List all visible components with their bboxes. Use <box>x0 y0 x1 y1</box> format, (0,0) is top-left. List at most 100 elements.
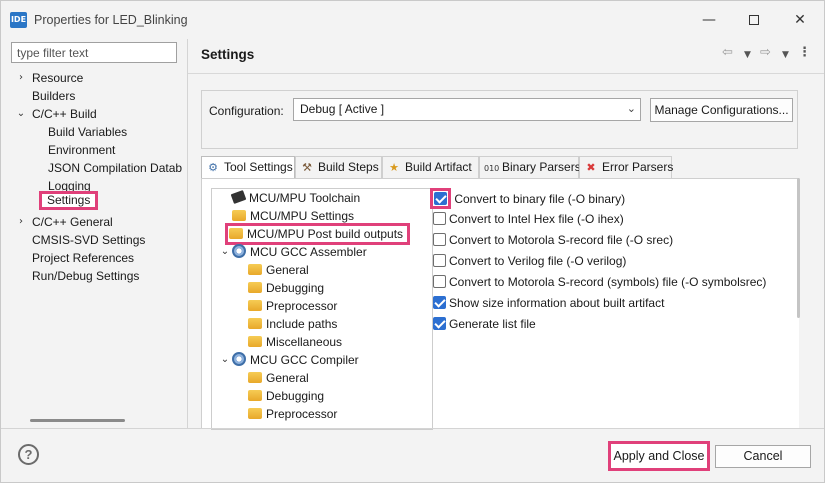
tree-item-label: MCU GCC Compiler <box>250 353 359 367</box>
option-convert-verilog[interactable]: Convert to Verilog file (-O verilog) <box>433 251 626 271</box>
chevron-right-icon[interactable]: › <box>15 213 27 231</box>
tab-build-artifact[interactable]: ★ Build Artifact <box>382 156 479 178</box>
highlight-box <box>430 188 451 209</box>
option-show-size[interactable]: Show size information about built artifa… <box>433 293 664 313</box>
tree-item-label: MCU/MPU Toolchain <box>249 191 361 205</box>
tree-item-label: Debugging <box>266 281 325 295</box>
option-generate-list[interactable]: Generate list file <box>433 314 536 334</box>
chevron-down-icon[interactable]: ⌄ <box>15 105 27 123</box>
forward-arrow-icon[interactable]: ⇨ <box>760 45 771 61</box>
chevron-down-icon[interactable]: ⌄ <box>219 243 231 261</box>
forward-dropdown-icon[interactable]: ▼ <box>782 50 789 66</box>
maximize-icon <box>749 15 759 25</box>
nav-item-json-compilation[interactable]: JSON Compilation Datab <box>48 159 182 177</box>
checkbox-show-size[interactable] <box>433 296 446 309</box>
tree-item-label: Debugging <box>266 389 325 403</box>
option-convert-srec[interactable]: Convert to Motorola S-record file (-O sr… <box>433 230 673 250</box>
checkbox-convert-symbolsrec[interactable] <box>433 275 446 288</box>
tree-item-gcc-assembler[interactable]: ⌄ MCU GCC Assembler <box>221 243 367 261</box>
nav-item-cpp-general[interactable]: C/C++ General <box>32 213 113 231</box>
horizontal-scrollbar[interactable] <box>30 419 125 422</box>
help-icon[interactable]: ? <box>18 444 39 465</box>
tree-item-label: Include paths <box>266 317 338 331</box>
tree-item-label: Preprocessor <box>266 407 338 421</box>
checkbox-convert-binary[interactable] <box>434 192 447 205</box>
back-arrow-icon[interactable]: ⇦ <box>722 45 733 61</box>
configuration-select[interactable]: Debug [ Active ] ⌄ <box>293 98 641 121</box>
back-dropdown-icon[interactable]: ▼ <box>744 50 751 66</box>
tree-item-cc-preprocessor[interactable]: Preprocessor <box>248 405 337 423</box>
tab-label: Binary Parsers <box>502 160 581 174</box>
nav-item-build-variables[interactable]: Build Variables <box>48 123 127 141</box>
option-convert-ihex[interactable]: Convert to Intel Hex file (-O ihex) <box>433 209 624 229</box>
window-title: Properties for LED_Blinking <box>34 13 188 27</box>
tool-settings-tree: MCU/MPU Toolchain MCU/MPU Settings MCU/M… <box>211 188 433 430</box>
tree-item-label: MCU/MPU Settings <box>250 209 355 223</box>
tree-item-asm-preprocessor[interactable]: Preprocessor <box>248 297 337 315</box>
title-bar: IDE Properties for LED_Blinking — ✕ <box>1 1 824 39</box>
tree-item-cc-general[interactable]: General <box>248 369 309 387</box>
tab-label: Error Parsers <box>602 160 674 174</box>
nav-item-cpp-build[interactable]: C/C++ Build <box>32 105 97 123</box>
page-title: Settings <box>201 47 255 62</box>
properties-dialog: IDE Properties for LED_Blinking — ✕ › Re… <box>0 0 825 483</box>
error-icon: ✖ <box>586 161 596 174</box>
chevron-down-icon[interactable]: ⌄ <box>219 351 231 369</box>
vertical-scrollbar[interactable] <box>797 178 800 318</box>
tab-label: Build Steps <box>318 160 379 174</box>
footer-separator <box>1 428 824 429</box>
tab-label: Tool Settings <box>224 160 293 174</box>
checkbox-convert-verilog[interactable] <box>433 254 446 267</box>
checkbox-convert-srec[interactable] <box>433 233 446 246</box>
tab-error-parsers[interactable]: ✖ Error Parsers <box>579 156 674 178</box>
nav-item-environment[interactable]: Environment <box>48 141 115 159</box>
apply-and-close-button[interactable]: Apply and Close <box>608 441 710 471</box>
nav-item-resource[interactable]: Resource <box>32 69 83 87</box>
maximize-button[interactable] <box>734 5 774 35</box>
tree-item-label: MCU/MPU Post build outputs <box>247 227 404 241</box>
minimize-button[interactable]: — <box>689 5 729 35</box>
nav-item-builders[interactable]: Builders <box>32 87 75 105</box>
close-button[interactable]: ✕ <box>780 5 820 35</box>
nav-item-run-debug[interactable]: Run/Debug Settings <box>32 267 139 285</box>
nav-item-project-references[interactable]: Project References <box>32 249 134 267</box>
configuration-group: Configuration: Debug [ Active ] ⌄ Manage… <box>201 90 798 149</box>
tree-item-label: Preprocessor <box>266 299 338 313</box>
tree-item-cc-debugging[interactable]: Debugging <box>248 387 324 405</box>
folder-icon <box>248 372 262 383</box>
more-menu-icon[interactable]: ⋮ <box>798 45 811 61</box>
tree-item-toolchain[interactable]: MCU/MPU Toolchain <box>230 189 361 207</box>
tab-binary-parsers[interactable]: 010 Binary Parsers <box>479 156 581 178</box>
folder-icon <box>232 210 246 221</box>
chevron-down-icon: ⌄ <box>626 102 636 115</box>
tree-item-asm-miscellaneous[interactable]: Miscellaneous <box>248 333 342 351</box>
configuration-label: Configuration: <box>209 104 284 118</box>
tree-item-gcc-compiler[interactable]: ⌄ MCU GCC Compiler <box>221 351 359 369</box>
tab-label: Build Artifact <box>405 160 472 174</box>
folder-icon <box>248 282 262 293</box>
cancel-button[interactable]: Cancel <box>715 445 811 468</box>
option-label: Convert to Intel Hex file (-O ihex) <box>449 212 624 226</box>
tab-tool-settings[interactable]: ⚙ Tool Settings <box>201 156 295 179</box>
checkbox-generate-list[interactable] <box>433 317 446 330</box>
nav-item-cmsis-svd[interactable]: CMSIS-SVD Settings <box>32 231 145 249</box>
option-label: Convert to Motorola S-record file (-O sr… <box>449 233 674 247</box>
chevron-right-icon[interactable]: › <box>15 69 27 87</box>
tree-item-post-build-outputs[interactable]: MCU/MPU Post build outputs <box>225 223 411 245</box>
tree-item-label: General <box>266 371 309 385</box>
chip-icon <box>230 190 247 204</box>
trophy-icon: ★ <box>389 161 399 174</box>
checkbox-convert-ihex[interactable] <box>433 212 446 225</box>
filter-input[interactable] <box>11 42 177 63</box>
nav-item-settings[interactable]: Settings <box>39 191 99 210</box>
tree-item-asm-general[interactable]: General <box>248 261 309 279</box>
folder-icon <box>248 336 262 347</box>
tree-item-asm-include-paths[interactable]: Include paths <box>248 315 337 333</box>
manage-configurations-button[interactable]: Manage Configurations... <box>650 98 793 122</box>
ide-app-icon: IDE <box>10 12 27 28</box>
option-convert-binary[interactable]: Convert to binary file (-O binary) <box>430 188 625 209</box>
tree-item-asm-debugging[interactable]: Debugging <box>248 279 324 297</box>
tab-build-steps[interactable]: ⚒ Build Steps <box>295 156 382 178</box>
folder-icon <box>248 390 262 401</box>
option-convert-symbolsrec[interactable]: Convert to Motorola S-record (symbols) f… <box>433 272 766 292</box>
